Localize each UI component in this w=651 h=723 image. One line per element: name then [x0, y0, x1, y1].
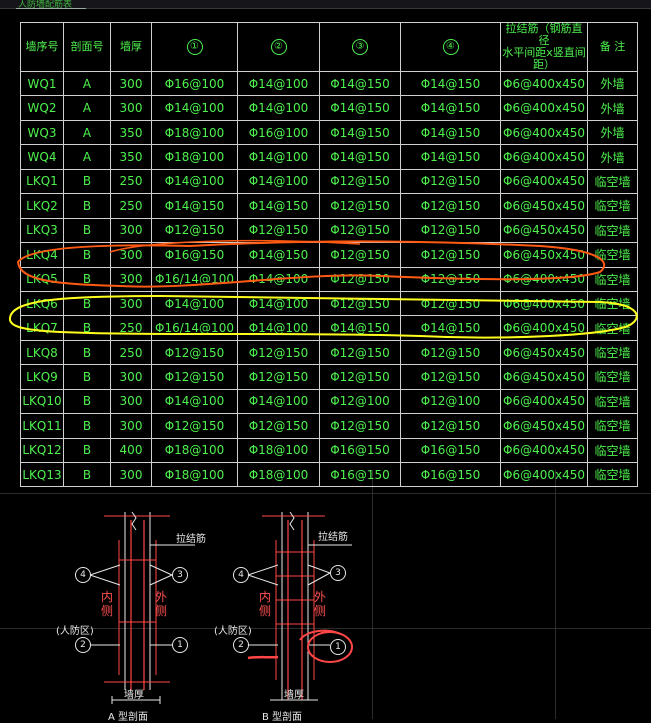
orange-highlight-stroke — [109, 239, 361, 253]
red-markup-stroke — [247, 655, 279, 660]
section-b-bubble-2: 2 — [233, 637, 249, 653]
yellow-highlight-stroke — [9, 294, 638, 339]
section-b-tie-label: 拉结筋 — [318, 532, 348, 543]
section-b-title: B 型剖面 — [262, 712, 303, 723]
section-a-bubble-3: 3 — [172, 567, 188, 583]
section-b-inner-label: 内侧 — [258, 590, 271, 618]
section-a-bubble-2: 2 — [75, 637, 91, 653]
section-b-bubble-1: 1 — [330, 639, 346, 655]
orange-highlight-stroke — [16, 240, 606, 288]
section-b-bubble-4: 4 — [233, 567, 249, 583]
section-a-tie-label: 拉结筋 — [176, 534, 206, 545]
section-a-title: A 型剖面 — [108, 712, 149, 723]
section-a-thickness-label: 墙厚 — [124, 690, 144, 701]
section-b-outer-label: 外侧 — [313, 590, 326, 618]
section-b-thickness-label: 墙厚 — [284, 690, 304, 701]
section-b-bubble-3: 3 — [330, 565, 346, 581]
section-a-bubble-1: 1 — [172, 637, 188, 653]
section-a-outer-label: 外侧 — [154, 590, 167, 618]
section-a-civil-label: (人防区) — [56, 626, 94, 637]
section-b-civil-label: (人防区) — [214, 626, 252, 637]
section-a-bubble-4: 4 — [75, 567, 91, 583]
section-a-inner-label: 内侧 — [100, 590, 113, 618]
